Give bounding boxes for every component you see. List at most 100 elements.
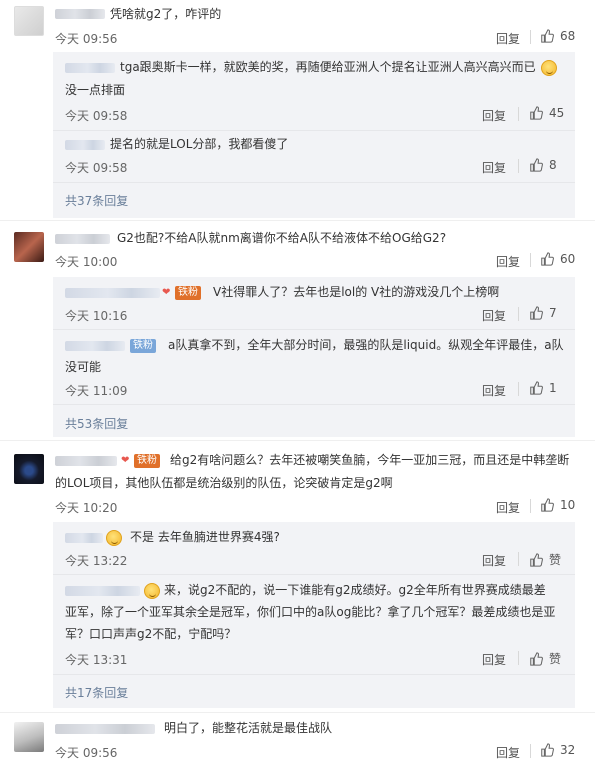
reply-button[interactable]: 回复	[482, 552, 506, 569]
like-button[interactable]: 1	[529, 381, 557, 395]
separator	[530, 499, 531, 513]
comment-time: 今天 10:20	[55, 501, 118, 515]
thumbs-up-icon	[530, 106, 543, 120]
reply-time: 今天 13:31	[65, 653, 128, 667]
more-replies-link[interactable]: 共53条回复	[65, 415, 128, 432]
thumbs-up-icon	[530, 306, 543, 320]
username[interactable]	[55, 724, 155, 734]
reply-text-line2: 没可能	[65, 360, 102, 374]
comment-time: 今天 09:56	[55, 32, 118, 46]
reply-time: 今天 09:58	[65, 161, 128, 175]
thumbs-up-icon	[541, 498, 554, 512]
reply-button[interactable]: 回复	[496, 499, 520, 516]
like-count: 60	[560, 252, 576, 266]
username[interactable]	[55, 9, 105, 19]
thumbs-up-icon	[541, 29, 554, 43]
avatar[interactable]	[14, 232, 44, 262]
username[interactable]	[65, 140, 105, 150]
divider	[53, 404, 575, 405]
heart-icon: ❤	[162, 287, 171, 298]
username[interactable]	[65, 63, 115, 73]
separator	[518, 307, 519, 321]
reply-text-line2: 没一点排面	[65, 83, 126, 97]
reply-button[interactable]: 回复	[496, 30, 520, 47]
like-button[interactable]: 60	[540, 252, 575, 266]
more-replies-link[interactable]: 共17条回复	[65, 684, 128, 701]
username[interactable]	[55, 456, 117, 466]
fan-badge: 铁粉	[175, 286, 201, 300]
reply-button[interactable]: 回复	[482, 159, 506, 176]
avatar[interactable]	[14, 6, 44, 36]
reply-text-line2: 亚军，除了一个亚军其余全是冠军，你们口中的a队og能比？拿了几个冠军？最差成绩也…	[65, 605, 556, 619]
thumbs-up-icon	[541, 743, 554, 757]
reply-text-line3: 军？口口声声g2不配，宁配吗？	[65, 627, 237, 641]
reply-text: 不是 去年鱼腩进世界赛4强?	[130, 530, 280, 544]
reply-time: 今天 13:22	[65, 554, 128, 568]
thumbs-up-icon	[530, 552, 543, 567]
username[interactable]	[65, 288, 160, 298]
like-count: 68	[560, 29, 576, 43]
like-count: 32	[560, 743, 576, 757]
comment-text: G2也配?不给A队就nm离谱你不给A队不给液体不给OG给G2?	[117, 231, 447, 245]
separator	[530, 30, 531, 44]
like-count: 赞	[549, 652, 562, 666]
divider	[53, 574, 575, 575]
more-replies-link[interactable]: 共37条回复	[65, 192, 128, 209]
fan-badge: 铁粉	[134, 454, 160, 468]
thumbs-up-icon	[541, 252, 554, 266]
comment-text-line2: 的LOL项目，其他队伍都是统治级别的队伍，论突破肯定是g2啊	[55, 476, 393, 490]
username[interactable]	[65, 341, 125, 351]
reply-text: a队真拿不到，全年大部分时间，最强的队是liquid。纵观全年评最佳，a队	[168, 338, 564, 352]
username[interactable]	[55, 234, 110, 244]
like-count: 8	[549, 158, 557, 172]
like-button[interactable]: 7	[529, 306, 557, 320]
divider	[53, 182, 575, 183]
smile-emoji-icon	[144, 583, 160, 599]
replies-box: 不是 去年鱼腩进世界赛4强? 今天 13:22 回复 赞 来，说g2不配的，说一…	[53, 522, 575, 708]
like-button[interactable]: 8	[529, 158, 557, 172]
laughing-emoji-icon	[541, 60, 557, 76]
divider	[53, 329, 575, 330]
avatar[interactable]	[14, 722, 44, 752]
heart-icon: ❤	[121, 455, 130, 466]
username[interactable]	[65, 533, 103, 543]
comment-text: 凭啥就g2了，咋评的	[110, 7, 222, 21]
like-count: 7	[549, 306, 557, 320]
like-button[interactable]: 68	[540, 29, 575, 43]
separator	[518, 159, 519, 173]
reply-text: tga跟奥斯卡一样，就欧美的奖，再随便给亚洲人个提名让亚洲人高兴高兴而已	[120, 60, 536, 74]
reply-time: 今天 10:16	[65, 309, 128, 323]
separator	[530, 253, 531, 267]
divider	[0, 712, 595, 713]
separator	[518, 651, 519, 665]
like-button[interactable]: 45	[529, 106, 564, 120]
like-button[interactable]: 32	[540, 743, 575, 757]
like-count: 45	[549, 106, 565, 120]
replies-box: ❤ 铁粉 V社得罪人了？去年也是lol的 V社的游戏没几个上榜啊 今天 10:1…	[53, 277, 575, 437]
thumbs-up-icon	[530, 158, 543, 172]
like-button[interactable]: 赞	[529, 650, 561, 667]
reply-button[interactable]: 回复	[482, 307, 506, 324]
divider	[53, 130, 575, 131]
like-button[interactable]: 10	[540, 498, 575, 512]
separator	[530, 744, 531, 758]
avatar[interactable]	[14, 454, 44, 484]
reply-button[interactable]: 回复	[482, 382, 506, 399]
reply-text: 提名的就是LOL分部，我都看傻了	[110, 137, 289, 151]
comment-text: 给g2有啥问题么？去年还被嘲笑鱼腩，今年一亚加三冠，而且还是中韩垄断	[170, 453, 570, 467]
reply-button[interactable]: 回复	[496, 253, 520, 270]
reply-button[interactable]: 回复	[482, 107, 506, 124]
fan-badge: 铁粉	[130, 339, 156, 353]
divider	[0, 440, 595, 441]
reply-text: V社得罪人了？去年也是lol的 V社的游戏没几个上榜啊	[213, 285, 500, 299]
reply-button[interactable]: 回复	[496, 744, 520, 761]
comment-text: 明白了，能整花活就是最佳战队	[164, 721, 333, 735]
reply-button[interactable]: 回复	[482, 651, 506, 668]
divider	[53, 674, 575, 675]
divider	[0, 220, 595, 221]
comment-time: 今天 10:00	[55, 255, 118, 269]
like-button[interactable]: 赞	[529, 551, 561, 568]
separator	[518, 552, 519, 566]
reply-time: 今天 09:58	[65, 109, 128, 123]
username[interactable]	[65, 586, 140, 596]
